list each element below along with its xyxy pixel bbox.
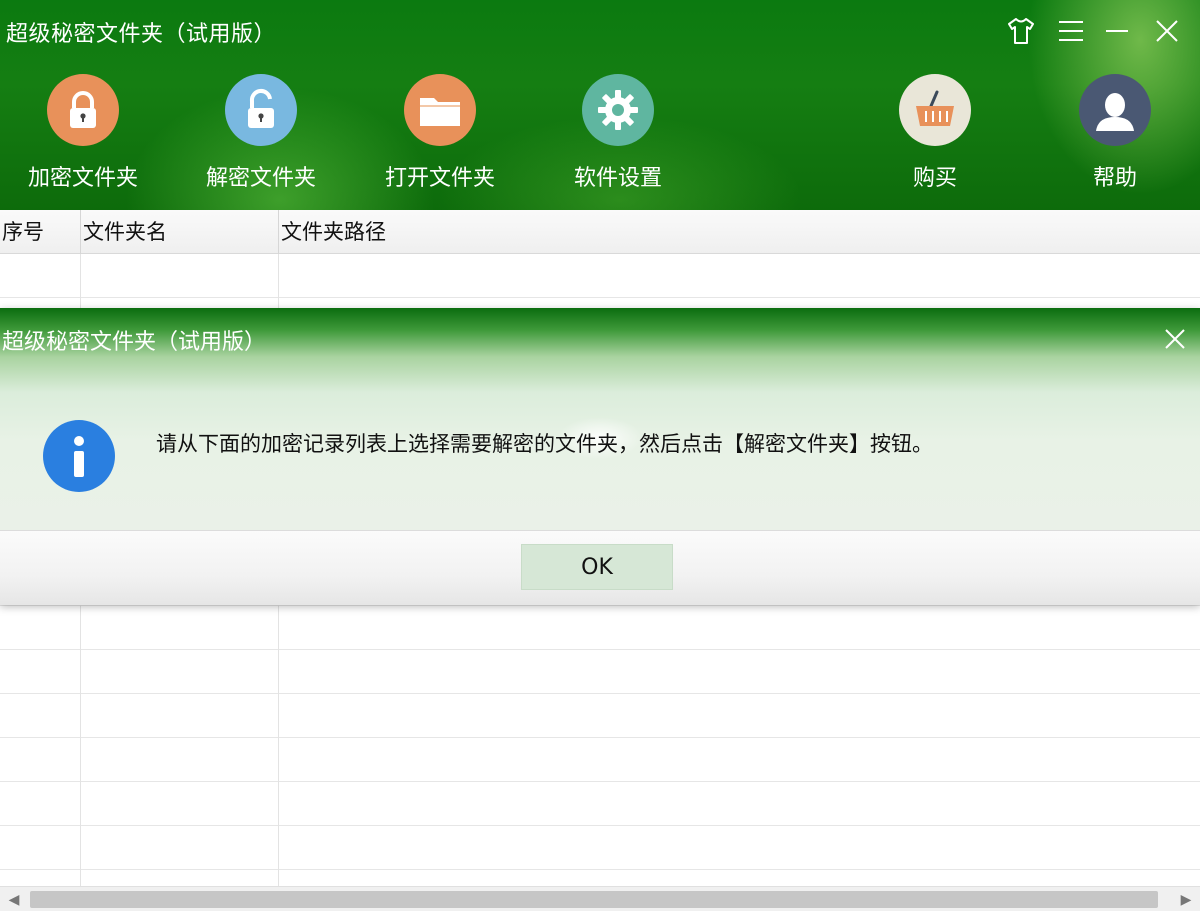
menu-button[interactable] xyxy=(1054,14,1088,48)
user-icon xyxy=(1079,74,1151,146)
encrypt-folder-button[interactable]: 加密文件夹 xyxy=(8,74,158,192)
close-icon xyxy=(1156,20,1178,42)
column-header-folder-name[interactable]: 文件夹名 xyxy=(81,210,279,254)
info-icon xyxy=(43,420,115,492)
folder-icon xyxy=(404,74,476,146)
window-title: 超级秘密文件夹（试用版） xyxy=(6,22,277,47)
table-row[interactable] xyxy=(0,826,1200,870)
table-header: 序号 文件夹名 文件夹路径 xyxy=(0,210,1200,254)
title-bar: 超级秘密文件夹（试用版） 加密文件夹 解密文件夹 打开文件夹 软件设置 购买 帮… xyxy=(0,0,1200,210)
scrollbar-thumb[interactable] xyxy=(30,891,1158,908)
open-folder-label: 打开文件夹 xyxy=(384,166,495,191)
table-row[interactable] xyxy=(0,254,1200,298)
shirt-icon xyxy=(1008,18,1034,44)
message-dialog: 超级秘密文件夹（试用版） 请从下面的加密记录列表上选择需要解密的文件夹，然后点击… xyxy=(0,308,1200,605)
unlock-icon xyxy=(225,74,297,146)
scroll-right-icon[interactable]: ▶ xyxy=(1172,887,1200,911)
table-row[interactable] xyxy=(0,782,1200,826)
column-header-folder-path[interactable]: 文件夹路径 xyxy=(279,210,1200,254)
hamburger-icon xyxy=(1059,21,1083,41)
basket-icon xyxy=(899,74,971,146)
ok-button[interactable]: OK xyxy=(521,544,673,590)
open-folder-button[interactable]: 打开文件夹 xyxy=(365,74,515,192)
buy-label: 购买 xyxy=(912,166,957,191)
settings-button[interactable]: 软件设置 xyxy=(543,74,693,192)
table-row[interactable] xyxy=(0,650,1200,694)
settings-label: 软件设置 xyxy=(573,166,662,191)
table-row[interactable] xyxy=(0,606,1200,650)
column-header-index[interactable]: 序号 xyxy=(0,210,81,254)
skin-button[interactable] xyxy=(1004,14,1038,48)
dialog-message: 请从下面的加密记录列表上选择需要解密的文件夹，然后点击【解密文件夹】按钮。 xyxy=(156,432,933,456)
close-icon xyxy=(1165,329,1185,349)
decrypt-folder-button[interactable]: 解密文件夹 xyxy=(186,74,336,192)
decrypt-folder-label: 解密文件夹 xyxy=(205,166,316,191)
dialog-body: 超级秘密文件夹（试用版） 请从下面的加密记录列表上选择需要解密的文件夹，然后点击… xyxy=(0,308,1200,530)
table-row[interactable] xyxy=(0,738,1200,782)
minimize-icon xyxy=(1106,30,1128,32)
help-button[interactable]: 帮助 xyxy=(1040,74,1190,192)
buy-button[interactable]: 购买 xyxy=(860,74,1010,192)
encrypt-folder-label: 加密文件夹 xyxy=(27,166,138,191)
scroll-left-icon[interactable]: ◀ xyxy=(0,887,28,911)
dialog-title: 超级秘密文件夹（试用版） xyxy=(2,330,267,355)
minimize-button[interactable] xyxy=(1100,14,1134,48)
gear-icon xyxy=(582,74,654,146)
horizontal-scrollbar[interactable]: ◀ ▶ xyxy=(0,886,1200,911)
dialog-close-button[interactable] xyxy=(1160,324,1190,354)
lock-icon xyxy=(47,74,119,146)
close-button[interactable] xyxy=(1150,14,1184,48)
table-row[interactable] xyxy=(0,694,1200,738)
help-label: 帮助 xyxy=(1092,166,1137,191)
